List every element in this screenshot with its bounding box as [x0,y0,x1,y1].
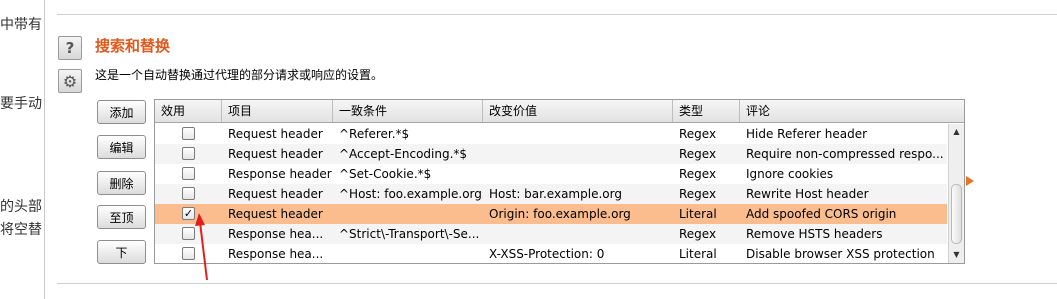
annotation-arrow-icon [195,213,208,281]
left-fragment: 要手动 [0,96,42,112]
left-fragment: 将空替 [0,222,42,238]
left-pane-fragments: 中带有 要手动 的头部 将空替 [0,0,44,299]
left-fragment: 的头部 [0,199,42,215]
left-fragment: 中带有 [0,17,42,33]
match-replace-panel: ? ⚙ 搜索和替换 这是一个自动替换通过代理的部分请求或响应的设置。 添加 编辑… [45,0,1057,299]
